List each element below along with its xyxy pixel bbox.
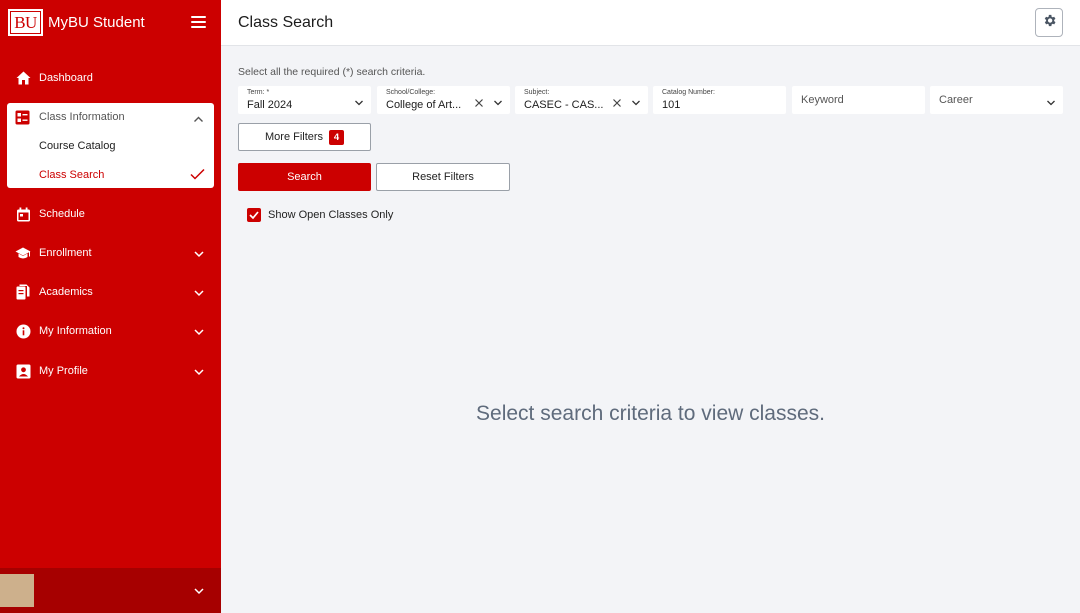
- sidebar-item-my-information[interactable]: My Information: [0, 313, 221, 349]
- catalog-number-label: Catalog Number:: [662, 89, 715, 96]
- sidebar-item-label: Class Information: [39, 111, 125, 123]
- info-icon: [15, 323, 31, 339]
- checkmark-icon: [190, 168, 205, 181]
- chevron-down-icon: [354, 95, 364, 106]
- gear-icon: [1042, 13, 1057, 33]
- filter-count-badge: 4: [329, 130, 344, 145]
- page-title: Class Search: [238, 14, 334, 31]
- keyword-placeholder: Keyword: [801, 94, 844, 106]
- reset-filters-button[interactable]: Reset Filters: [376, 163, 510, 191]
- settings-button[interactable]: [1035, 8, 1063, 37]
- page-header: Class Search: [221, 0, 1080, 46]
- avatar: [0, 574, 34, 607]
- chevron-down-icon: [631, 95, 641, 106]
- search-button[interactable]: Search: [238, 163, 371, 191]
- chevron-down-icon: [193, 247, 205, 259]
- catalog-number-field[interactable]: Catalog Number: 101: [653, 86, 786, 114]
- empty-results-message: Select search criteria to view classes.: [476, 402, 825, 425]
- sidebar-item-label: Dashboard: [39, 72, 93, 84]
- career-placeholder: Career: [939, 94, 973, 106]
- catalog-number-value: 101: [662, 99, 681, 111]
- chevron-down-icon: [1046, 95, 1056, 106]
- school-college-label: School/College:: [386, 89, 436, 96]
- brand[interactable]: BU MyBU Student: [8, 9, 145, 36]
- open-classes-checkbox[interactable]: [247, 208, 261, 222]
- sidebar-item-enrollment[interactable]: Enrollment: [0, 235, 221, 271]
- sidebar-item-my-profile[interactable]: My Profile: [0, 353, 221, 389]
- sidebar-item-dashboard[interactable]: Dashboard: [0, 60, 221, 96]
- chevron-down-icon: [493, 95, 503, 106]
- documents-icon: [15, 284, 31, 300]
- checkmark-icon: [247, 209, 261, 226]
- calendar-icon: [15, 206, 31, 222]
- menu-icon[interactable]: [191, 16, 206, 28]
- sidebar-item-label: My Information: [39, 325, 112, 337]
- chevron-down-icon[interactable]: [193, 584, 205, 596]
- school-college-select[interactable]: School/College: College of Art...: [377, 86, 510, 114]
- more-filters-label: More Filters: [265, 131, 324, 143]
- user-account-bar[interactable]: [0, 568, 221, 613]
- open-classes-label[interactable]: Show Open Classes Only: [268, 209, 393, 221]
- sidebar-item-label: Schedule: [39, 208, 85, 220]
- sidebar-item-schedule[interactable]: Schedule: [0, 196, 221, 232]
- school-college-value: College of Art...: [386, 99, 462, 111]
- chevron-down-icon: [193, 286, 205, 298]
- search-instructions: Select all the required (*) search crite…: [238, 66, 426, 78]
- keyword-input[interactable]: Keyword: [792, 86, 925, 114]
- class-information-panel: Class Information Course Catalog Class S…: [7, 103, 214, 188]
- bu-logo: BU: [8, 9, 43, 36]
- chevron-down-icon: [193, 325, 205, 337]
- home-icon: [15, 70, 31, 86]
- sidebar-item-label: My Profile: [39, 365, 88, 377]
- subject-label: Subject:: [524, 89, 550, 96]
- term-select[interactable]: Term: * Fall 2024: [238, 86, 371, 114]
- term-label: Term: *: [247, 89, 270, 96]
- app-name: MyBU Student: [48, 14, 145, 31]
- sidebar-item-academics[interactable]: Academics: [0, 274, 221, 310]
- sidebar-item-label: Enrollment: [39, 247, 92, 259]
- sidebar-item-class-information[interactable]: Class Information: [7, 103, 214, 132]
- profile-icon: [15, 363, 31, 379]
- clear-icon[interactable]: [474, 95, 484, 107]
- sidebar-subitem-class-search[interactable]: Class Search: [39, 169, 104, 181]
- sidebar-subitem-course-catalog[interactable]: Course Catalog: [39, 140, 115, 152]
- chevron-down-icon: [193, 365, 205, 377]
- term-value: Fall 2024: [247, 99, 293, 111]
- sidebar-item-label: Academics: [39, 286, 93, 298]
- chevron-up-icon: [193, 112, 204, 123]
- sidebar: BU MyBU Student Dashboard Class Informat…: [0, 0, 221, 613]
- clear-icon[interactable]: [612, 95, 622, 107]
- graduation-cap-icon: [15, 245, 31, 261]
- career-select[interactable]: Career: [930, 86, 1063, 114]
- subject-select[interactable]: Subject: CASEC - CAS...: [515, 86, 648, 114]
- class-list-icon: [15, 110, 30, 125]
- more-filters-button[interactable]: More Filters 4: [238, 123, 371, 151]
- subject-value: CASEC - CAS...: [524, 99, 604, 111]
